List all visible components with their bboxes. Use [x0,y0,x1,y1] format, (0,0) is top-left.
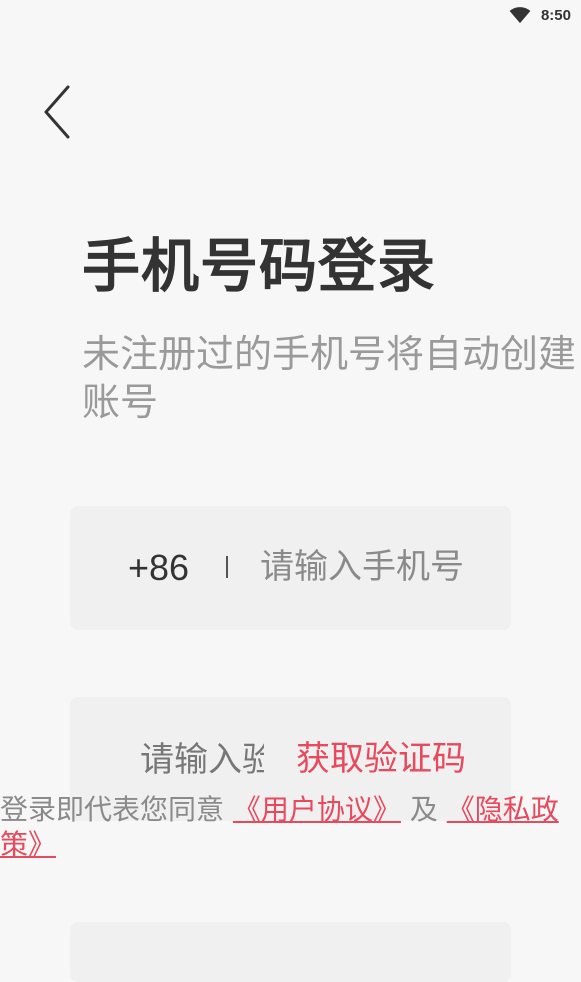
code-input[interactable] [140,735,264,785]
agreement-conjunction: 及 [409,793,438,826]
agreement-prefix: 登录即代表您同意 [0,793,225,826]
divider [226,556,228,578]
status-time: 8:50 [540,7,571,24]
login-button[interactable] [70,922,511,982]
country-code[interactable]: +86 [128,546,189,590]
get-code-button[interactable]: 获取验证码 [296,737,466,781]
chevron-left-icon [44,85,70,139]
page-title: 手机号码登录 [82,232,437,300]
agreement-text: 登录即代表您同意 《用户协议》 及 《隐私政策》 [0,792,581,862]
wifi-icon [509,7,531,24]
status-bar: 8:50 [0,0,581,32]
phone-input[interactable] [260,542,500,592]
user-agreement-link[interactable]: 《用户协议》 [233,793,401,826]
subtitle: 未注册过的手机号将自动创建账号 [82,332,577,424]
phone-input-card: +86 [70,506,511,630]
back-button[interactable] [38,82,78,142]
